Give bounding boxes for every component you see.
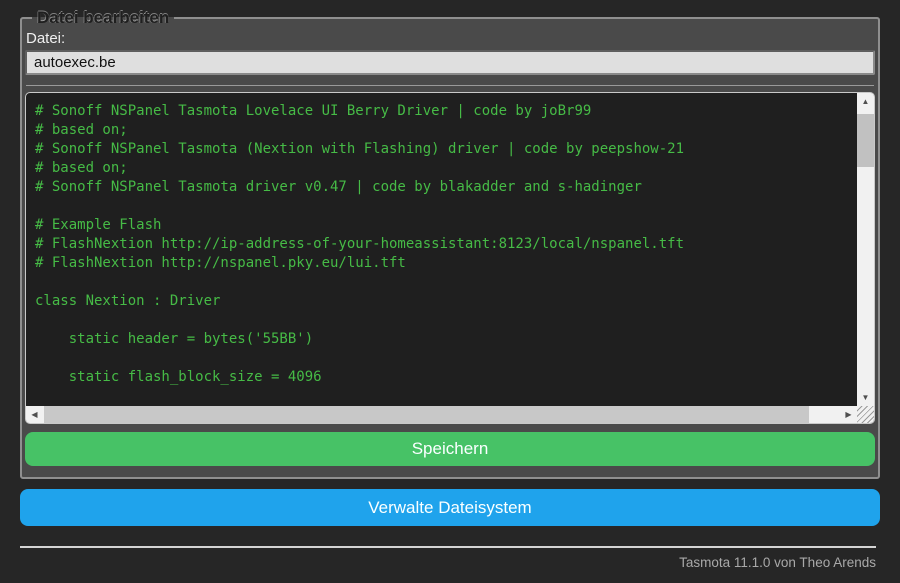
divider: [26, 85, 874, 86]
fieldset-legend: Datei bearbeiten: [37, 8, 170, 27]
vertical-scrollbar-thumb[interactable]: [857, 114, 874, 167]
horizontal-scrollbar[interactable]: ◀ ▶: [26, 406, 857, 423]
scroll-down-icon[interactable]: ▼: [857, 389, 874, 406]
scroll-up-icon[interactable]: ▲: [857, 93, 874, 110]
file-name-input[interactable]: [25, 50, 875, 75]
code-editor[interactable]: # Sonoff NSPanel Tasmota Lovelace UI Ber…: [25, 92, 875, 424]
footer-divider: [20, 546, 876, 548]
footer-version: Tasmota 11.1.0 von Theo Arends: [679, 555, 876, 570]
page: Datei bearbeiten Datei: # Sonoff NSPanel…: [0, 0, 900, 583]
vertical-scrollbar[interactable]: ▲ ▼: [857, 93, 874, 406]
file-name-label: Datei:: [26, 30, 66, 47]
save-button[interactable]: Speichern: [25, 432, 875, 466]
manage-filesystem-button[interactable]: Verwalte Dateisystem: [20, 489, 880, 526]
resize-grip-icon[interactable]: [857, 406, 874, 423]
scroll-left-icon[interactable]: ◀: [26, 406, 43, 423]
horizontal-scrollbar-thumb[interactable]: [44, 406, 809, 423]
file-edit-fieldset: Datei bearbeiten Datei: # Sonoff NSPanel…: [20, 8, 880, 479]
code-content: # Sonoff NSPanel Tasmota Lovelace UI Ber…: [35, 103, 685, 385]
scroll-right-icon[interactable]: ▶: [840, 406, 857, 423]
